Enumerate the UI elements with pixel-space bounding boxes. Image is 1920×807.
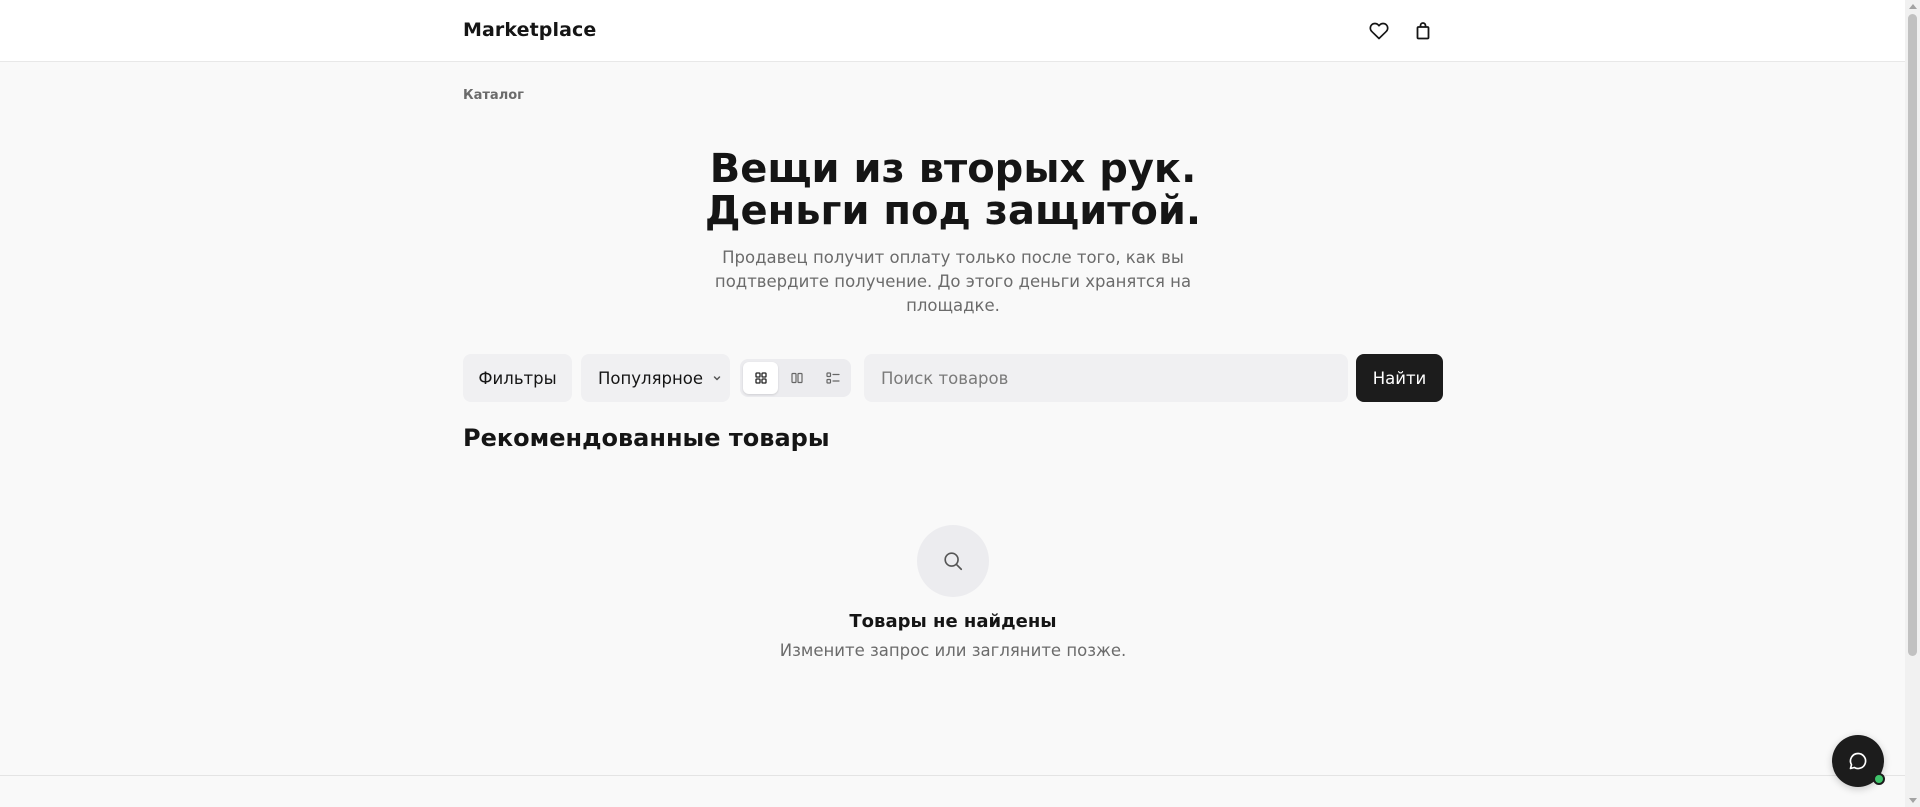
chevron-down-icon (712, 373, 722, 383)
hero-section: Вещи из вторых рук. Деньги под защитой. … (463, 148, 1443, 318)
top-header: Marketplace (0, 0, 1905, 62)
search-icon (917, 525, 989, 597)
hero-title-line-1: Вещи из вторых рук. (709, 146, 1197, 192)
sort-dropdown-label: Популярное (598, 368, 704, 388)
shopping-bag-icon[interactable] (1412, 20, 1434, 42)
grid-4-icon[interactable] (743, 362, 778, 394)
empty-state: Товары не найдены Измените запрос или за… (463, 525, 1443, 660)
catalog-toolbar: Фильтры Популярное Поиск товаров Найти (463, 354, 1443, 402)
scroll-thumb[interactable] (1908, 14, 1917, 656)
online-status-indicator (1873, 773, 1885, 785)
footer-divider (0, 775, 1905, 776)
sort-dropdown[interactable]: Популярное (581, 354, 730, 402)
search-input[interactable] (864, 354, 1348, 402)
hero-title: Вещи из вторых рук. Деньги под защитой. (463, 148, 1443, 232)
list-icon[interactable] (815, 362, 850, 394)
empty-state-subtitle: Измените запрос или загляните позже. (779, 641, 1127, 660)
section-title: Рекомендованные товары (463, 424, 830, 452)
hero-subtitle: Продавец получит оплату только после тог… (714, 248, 1192, 315)
scroll-down-arrow[interactable] (1909, 798, 1917, 803)
heart-icon[interactable] (1368, 20, 1390, 42)
brand-logo[interactable]: Marketplace (463, 19, 596, 41)
find-button[interactable]: Найти (1356, 354, 1443, 402)
grid-2-icon[interactable] (779, 362, 814, 394)
page-scrollbar[interactable] (1905, 0, 1920, 807)
view-mode-toggle (740, 359, 851, 397)
chat-bubble-icon (1848, 751, 1868, 771)
hero-title-line-2: Деньги под защитой. (704, 188, 1202, 234)
empty-state-title: Товары не найдены (849, 611, 1057, 632)
filters-button[interactable]: Фильтры (463, 354, 572, 402)
breadcrumb[interactable]: Каталог (463, 88, 524, 103)
scroll-up-arrow[interactable] (1909, 4, 1917, 9)
